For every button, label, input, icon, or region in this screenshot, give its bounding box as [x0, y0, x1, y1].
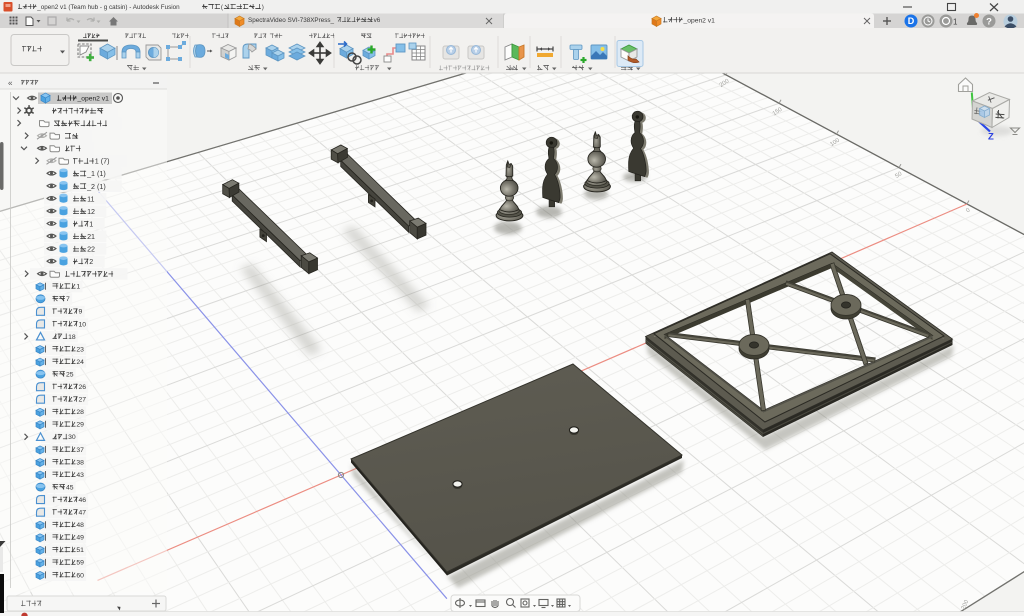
svg-text:47: 47: [79, 510, 87, 517]
svg-text:1: 1: [89, 220, 93, 228]
svg-text:45: 45: [66, 484, 74, 491]
svg-text:1: 1: [76, 284, 80, 291]
svg-text:v6: v6: [374, 17, 381, 24]
svg-text:_2 (1): _2 (1): [86, 183, 106, 191]
svg-text:SpectraVideo SVI-738XPress_: SpectraVideo SVI-738XPress_: [248, 17, 334, 24]
svg-text:48: 48: [76, 522, 84, 529]
svg-text:10: 10: [79, 321, 87, 328]
svg-text:1: 1: [953, 18, 958, 27]
svg-text:28: 28: [76, 409, 84, 416]
svg-text:59: 59: [76, 560, 84, 567]
svg-text:49: 49: [76, 535, 84, 542]
svg-text:21: 21: [87, 233, 95, 241]
svg-text:«: «: [8, 79, 13, 88]
svg-text:22: 22: [87, 246, 95, 254]
svg-text:): ): [262, 4, 264, 11]
svg-text:_1 (1): _1 (1): [86, 170, 106, 178]
svg-text:29: 29: [76, 422, 84, 429]
svg-text:9: 9: [79, 309, 83, 316]
svg-text:26: 26: [79, 384, 87, 391]
svg-text:18: 18: [68, 334, 76, 341]
svg-text:?: ?: [986, 17, 992, 28]
svg-text:11: 11: [87, 195, 94, 203]
svg-text:_open2 v1 (Team hub - g catsin: _open2 v1 (Team hub - g catsin) - Autode…: [36, 4, 180, 11]
svg-text:46: 46: [79, 497, 87, 504]
svg-text:43: 43: [76, 472, 84, 479]
svg-text:60: 60: [76, 572, 84, 579]
svg-text:12: 12: [87, 208, 95, 216]
svg-text:1 (7): 1 (7): [95, 158, 110, 166]
svg-text:37: 37: [76, 447, 84, 454]
svg-text:_open2 v1: _open2 v1: [77, 96, 110, 103]
svg-text:51: 51: [76, 547, 84, 554]
svg-text:27: 27: [79, 397, 87, 404]
svg-text:25: 25: [66, 372, 74, 379]
svg-text:7: 7: [66, 296, 70, 303]
svg-text:23: 23: [76, 346, 84, 353]
svg-text:Z: Z: [988, 132, 994, 143]
svg-text:38: 38: [76, 459, 84, 466]
svg-text:2: 2: [89, 258, 93, 266]
svg-text:24: 24: [76, 359, 84, 366]
svg-text:30: 30: [68, 434, 76, 441]
svg-text:_open2 v1: _open2 v1: [683, 17, 716, 24]
svg-text:D: D: [908, 16, 915, 26]
